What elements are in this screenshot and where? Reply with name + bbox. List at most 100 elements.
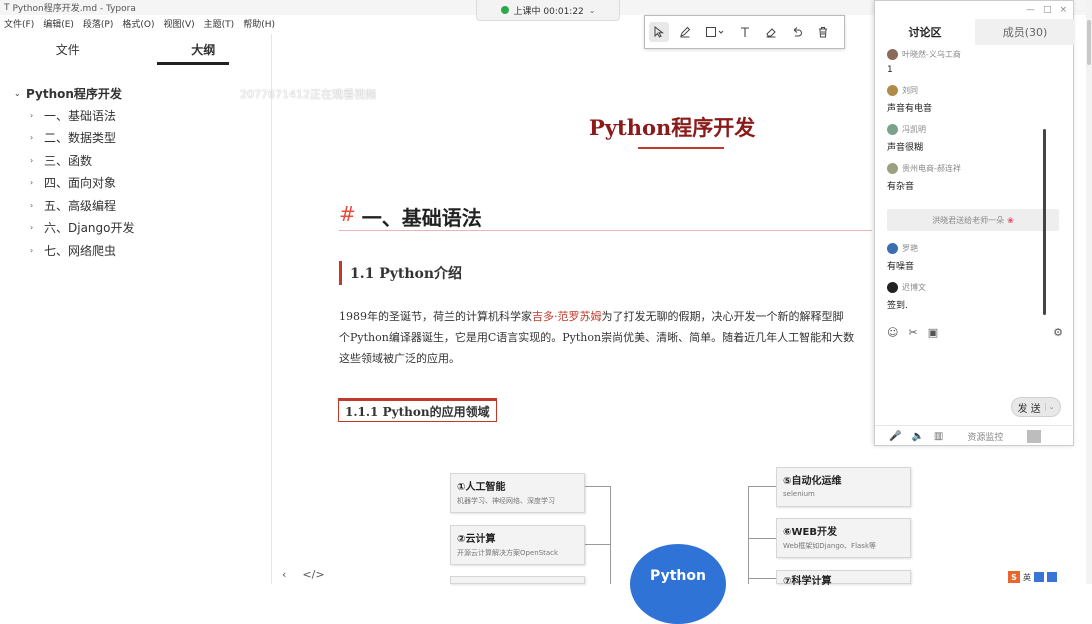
close-icon[interactable]: ×: [1059, 5, 1067, 15]
chat-footer: 🎤 🔈 ▥ 资源监控: [875, 425, 1075, 447]
menu-paragraph[interactable]: 段落(P): [83, 17, 113, 30]
gift-notice: 洪晓君送给老师一朵 ❀: [887, 209, 1059, 231]
document-title: Python程序开发: [589, 115, 756, 140]
mindmap-node-title: ②云计算: [457, 534, 496, 545]
video-thumbnail[interactable]: [1027, 430, 1042, 443]
scrollbar-thumb[interactable]: [1087, 20, 1091, 65]
message-author: 迟博文: [902, 283, 926, 292]
outline-item[interactable]: › 二、数据类型: [14, 127, 135, 150]
outline-item[interactable]: › 一、基础语法: [14, 104, 135, 127]
text-icon[interactable]: [735, 22, 755, 42]
avatar: [887, 243, 898, 254]
settings-icon[interactable]: ⚙: [1053, 326, 1063, 339]
message-author: 叶晓然-义乌工商: [902, 50, 961, 59]
avatar: [887, 282, 898, 293]
tab-files[interactable]: 文件: [0, 34, 136, 64]
maximize-icon[interactable]: □: [1043, 5, 1052, 15]
chat-tabs: 讨论区 成员(30): [875, 19, 1075, 45]
sogou-input-icon[interactable]: S: [1008, 571, 1020, 583]
chevron-right-icon[interactable]: ›: [30, 156, 38, 165]
chevron-down-icon[interactable]: ⌄: [589, 6, 596, 15]
menu-format[interactable]: 格式(O): [122, 17, 154, 30]
outline-item-label: 一、基础语法: [44, 108, 117, 123]
mindmap-connector: [748, 578, 776, 579]
undo-icon[interactable]: [787, 22, 807, 42]
chat-input-toolbar: ☺ ✂ ▣ ⚙: [887, 326, 1063, 339]
chevron-down-icon[interactable]: ⌄: [1044, 403, 1055, 411]
window-title: Python程序开发.md - Typora: [12, 4, 136, 14]
pen-icon[interactable]: [675, 22, 695, 42]
scissors-icon[interactable]: ✂: [908, 326, 917, 339]
menu-theme[interactable]: 主题(T): [204, 17, 235, 30]
paragraph-text: 1989年的圣诞节，荷兰的计算机科学家: [339, 310, 532, 323]
rectangle-icon[interactable]: [701, 22, 729, 42]
recording-label: 上课中 00:01:22: [513, 6, 584, 17]
chat-scrollbar[interactable]: [1043, 129, 1046, 315]
eraser-icon[interactable]: [761, 22, 781, 42]
speaker-icon[interactable]: 🔈: [911, 431, 923, 442]
menu-edit[interactable]: 编辑(E): [43, 17, 74, 30]
menubar: 文件(F) 编辑(E) 段落(P) 格式(O) 视图(V) 主题(T) 帮助(H…: [0, 15, 280, 31]
mindmap-node: ⑥WEB开发 Web框架如Django、Flask等: [776, 518, 911, 558]
source-code-toggle-icon[interactable]: </>: [302, 568, 324, 581]
mindmap-node: [450, 576, 585, 584]
outline-item[interactable]: › 四、面向对象: [14, 172, 135, 195]
emoji-icon[interactable]: ☺: [887, 326, 898, 339]
select-icon[interactable]: [649, 22, 669, 42]
gift-text: 洪晓君送给老师一朵: [932, 215, 1005, 225]
mindmap-connector: [610, 486, 611, 584]
message-author: 刘同: [902, 86, 918, 95]
menu-view[interactable]: 视图(V): [163, 17, 194, 30]
menu-file[interactable]: 文件(F): [4, 17, 34, 30]
recording-status[interactable]: 上课中 00:01:22 ⌄: [476, 0, 620, 21]
image-icon[interactable]: ▣: [928, 326, 938, 339]
outline-root[interactable]: ⌄ Python程序开发: [14, 82, 135, 104]
outline-item[interactable]: › 三、函数: [14, 149, 135, 172]
chevron-right-icon[interactable]: ›: [30, 223, 38, 232]
menu-help[interactable]: 帮助(H): [243, 17, 275, 30]
collapse-sidebar-icon[interactable]: ‹: [282, 568, 286, 581]
heading-1-text: 一、基础语法: [361, 206, 482, 230]
chevron-right-icon[interactable]: ›: [30, 201, 38, 210]
outline-item[interactable]: › 六、Django开发: [14, 217, 135, 240]
trash-icon[interactable]: [813, 22, 833, 42]
typora-app-icon: T: [4, 2, 10, 13]
minimize-icon[interactable]: —: [1026, 5, 1035, 15]
editor-scrollbar[interactable]: [1086, 0, 1092, 584]
send-button[interactable]: 发 送 ⌄: [1011, 397, 1061, 417]
signal-icon[interactable]: ▥: [934, 431, 943, 442]
mindmap-node: ⑤自动化运维 selenium: [776, 467, 911, 507]
outline-item[interactable]: › 五、高级编程: [14, 194, 135, 217]
heading-2: 1.1 Python介绍: [339, 261, 462, 285]
tray-icon[interactable]: [1034, 572, 1044, 582]
mindmap-node: ②云计算 开源云计算解决方案OpenStack: [450, 525, 585, 565]
paragraph-line: 这些领域被广泛的应用。: [339, 352, 460, 365]
resource-monitor-link[interactable]: 资源监控: [967, 430, 1003, 443]
message-text: 1: [887, 65, 893, 75]
tab-discussion[interactable]: 讨论区: [875, 19, 975, 45]
language-indicator[interactable]: 英: [1023, 572, 1031, 583]
tab-members[interactable]: 成员(30): [975, 19, 1075, 45]
chevron-right-icon[interactable]: ›: [30, 246, 38, 255]
message-list-lower: 罗艳 有噪音 迟博文 签到.: [887, 239, 1059, 311]
flower-icon: ❀: [1007, 215, 1014, 225]
avatar: [887, 49, 898, 60]
outline-tree: ⌄ Python程序开发 › 一、基础语法 › 二、数据类型 › 三、函数 › 四、面向…: [14, 82, 135, 262]
mindmap-center-node: Python: [630, 544, 726, 624]
chat-message: 贵州电商-郝连祥 有杂音: [887, 162, 1059, 192]
outline-item[interactable]: › 七、网络爬虫: [14, 239, 135, 262]
chevron-right-icon[interactable]: ›: [30, 133, 38, 142]
tray-icon[interactable]: [1047, 572, 1057, 582]
outline-root-label: Python程序开发: [26, 86, 122, 101]
message-text: 声音很糊: [887, 143, 924, 153]
chevron-right-icon[interactable]: ›: [30, 111, 38, 120]
tab-outline[interactable]: 大纲: [136, 34, 272, 64]
outline-item-label: 二、数据类型: [44, 131, 117, 146]
chevron-down-icon[interactable]: ⌄: [14, 89, 22, 98]
microphone-icon[interactable]: 🎤: [889, 431, 901, 442]
chevron-right-icon[interactable]: ›: [30, 178, 38, 187]
avatar: [887, 163, 898, 174]
outline-item-label: 六、Django开发: [44, 221, 135, 236]
mindmap-connector: [585, 486, 611, 487]
sidebar: 文件 大纲 ⌄ Python程序开发 › 一、基础语法 › 二、数据类型 › 三、函数…: [0, 34, 272, 584]
